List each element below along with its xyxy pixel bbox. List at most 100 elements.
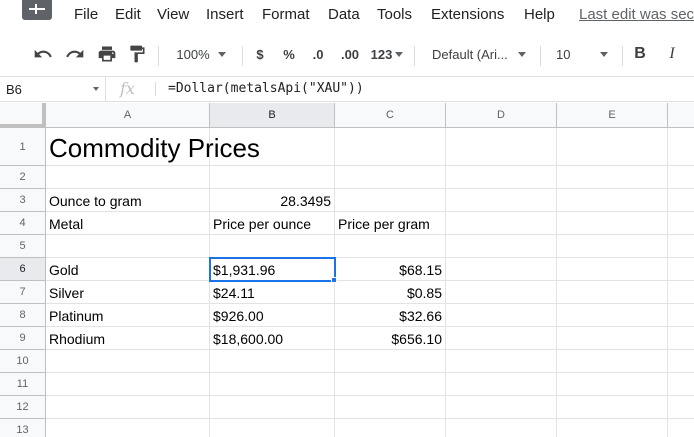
font-family-select[interactable]: Default (Ari... bbox=[422, 38, 532, 70]
cell-a9[interactable]: Rhodium bbox=[46, 327, 210, 350]
zoom-select[interactable]: 100% bbox=[166, 38, 236, 70]
cell-e10[interactable] bbox=[557, 350, 668, 373]
cell-a12[interactable] bbox=[46, 396, 210, 419]
fill-handle[interactable] bbox=[331, 277, 337, 283]
column-header-f[interactable] bbox=[668, 103, 694, 128]
cell-c4[interactable]: Price per gram bbox=[335, 212, 446, 235]
paint-format-button[interactable] bbox=[124, 38, 150, 70]
cell-c1[interactable] bbox=[335, 128, 446, 166]
menu-extensions[interactable]: Extensions bbox=[431, 6, 504, 23]
row-header-11[interactable]: 11 bbox=[0, 373, 46, 396]
cell-c3[interactable] bbox=[335, 189, 446, 212]
cell-a3[interactable]: Ounce to gram bbox=[46, 189, 210, 212]
cell-f10[interactable] bbox=[668, 350, 694, 373]
row-header-12[interactable]: 12 bbox=[0, 396, 46, 419]
name-box[interactable]: B6 bbox=[0, 77, 106, 101]
cell-f5[interactable] bbox=[668, 235, 694, 258]
cell-e2[interactable] bbox=[557, 166, 668, 189]
row-header-13[interactable]: 13 bbox=[0, 419, 46, 437]
cell-f6[interactable] bbox=[668, 258, 694, 281]
column-header-d[interactable]: D bbox=[446, 103, 557, 128]
cell-a2[interactable] bbox=[46, 166, 210, 189]
cell-c12[interactable] bbox=[335, 396, 446, 419]
cell-f13[interactable] bbox=[668, 419, 694, 437]
cell-f7[interactable] bbox=[668, 281, 694, 304]
menu-insert[interactable]: Insert bbox=[206, 6, 244, 23]
cell-a4[interactable]: Metal bbox=[46, 212, 210, 235]
cell-d6[interactable] bbox=[446, 258, 557, 281]
row-header-2[interactable]: 2 bbox=[0, 166, 46, 189]
cell-e7[interactable] bbox=[557, 281, 668, 304]
cell-d10[interactable] bbox=[446, 350, 557, 373]
cell-b9[interactable]: $18,600.00 bbox=[210, 327, 335, 350]
italic-button[interactable]: I bbox=[660, 38, 684, 70]
cell-c9[interactable]: $656.10 bbox=[335, 327, 446, 350]
row-header-8[interactable]: 8 bbox=[0, 304, 46, 327]
font-size-select[interactable]: 10 bbox=[548, 38, 616, 70]
cell-e1[interactable] bbox=[557, 128, 668, 166]
cell-a5[interactable] bbox=[46, 235, 210, 258]
sheets-logo-icon[interactable] bbox=[22, 0, 52, 20]
cell-e5[interactable] bbox=[557, 235, 668, 258]
cell-b13[interactable] bbox=[210, 419, 335, 437]
cell-c6[interactable]: $68.15 bbox=[335, 258, 446, 281]
cell-a10[interactable] bbox=[46, 350, 210, 373]
menu-file[interactable]: File bbox=[74, 6, 98, 23]
cell-e11[interactable] bbox=[557, 373, 668, 396]
decrease-decimal-button[interactable]: .0 bbox=[307, 38, 329, 70]
cell-e9[interactable] bbox=[557, 327, 668, 350]
cell-f8[interactable] bbox=[668, 304, 694, 327]
cell-e8[interactable] bbox=[557, 304, 668, 327]
cell-c2[interactable] bbox=[335, 166, 446, 189]
cell-b8[interactable]: $926.00 bbox=[210, 304, 335, 327]
cell-e6[interactable] bbox=[557, 258, 668, 281]
last-edit-link[interactable]: Last edit was sec bbox=[579, 6, 694, 23]
redo-button[interactable] bbox=[62, 38, 88, 70]
cell-d2[interactable] bbox=[446, 166, 557, 189]
cell-c8[interactable]: $32.66 bbox=[335, 304, 446, 327]
cell-d11[interactable] bbox=[446, 373, 557, 396]
menu-view[interactable]: View bbox=[157, 6, 189, 23]
cell-a6[interactable]: Gold bbox=[46, 258, 210, 281]
increase-decimal-button[interactable]: .00 bbox=[337, 38, 363, 70]
cell-c5[interactable] bbox=[335, 235, 446, 258]
menu-format[interactable]: Format bbox=[262, 6, 310, 23]
row-header-10[interactable]: 10 bbox=[0, 350, 46, 373]
cell-c7[interactable]: $0.85 bbox=[335, 281, 446, 304]
cell-d13[interactable] bbox=[446, 419, 557, 437]
cell-f9[interactable] bbox=[668, 327, 694, 350]
menu-edit[interactable]: Edit bbox=[115, 6, 141, 23]
cell-a7[interactable]: Silver bbox=[46, 281, 210, 304]
cell-b1[interactable] bbox=[210, 128, 335, 166]
cell-f2[interactable] bbox=[668, 166, 694, 189]
cell-c10[interactable] bbox=[335, 350, 446, 373]
cell-f3[interactable] bbox=[668, 189, 694, 212]
cell-e4[interactable] bbox=[557, 212, 668, 235]
cell-d7[interactable] bbox=[446, 281, 557, 304]
cell-c11[interactable] bbox=[335, 373, 446, 396]
cell-e12[interactable] bbox=[557, 396, 668, 419]
cell-f4[interactable] bbox=[668, 212, 694, 235]
cell-b12[interactable] bbox=[210, 396, 335, 419]
row-header-6[interactable]: 6 bbox=[0, 258, 46, 281]
cell-d5[interactable] bbox=[446, 235, 557, 258]
cell-b6[interactable]: $1,931.96 bbox=[210, 258, 335, 281]
column-header-c[interactable]: C bbox=[335, 103, 446, 128]
cell-b3[interactable]: 28.3495 bbox=[210, 189, 335, 212]
cell-b10[interactable] bbox=[210, 350, 335, 373]
cell-b7[interactable]: $24.11 bbox=[210, 281, 335, 304]
cell-b5[interactable] bbox=[210, 235, 335, 258]
cell-d4[interactable] bbox=[446, 212, 557, 235]
cell-d1[interactable] bbox=[446, 128, 557, 166]
column-header-e[interactable]: E bbox=[557, 103, 668, 128]
row-header-1[interactable]: 1 bbox=[0, 128, 46, 166]
cell-a13[interactable] bbox=[46, 419, 210, 437]
cell-d8[interactable] bbox=[446, 304, 557, 327]
cell-a11[interactable] bbox=[46, 373, 210, 396]
cell-d3[interactable] bbox=[446, 189, 557, 212]
row-header-4[interactable]: 4 bbox=[0, 212, 46, 235]
cell-f11[interactable] bbox=[668, 373, 694, 396]
cell-d9[interactable] bbox=[446, 327, 557, 350]
menu-data[interactable]: Data bbox=[328, 6, 360, 23]
column-header-b[interactable]: B bbox=[210, 103, 335, 128]
